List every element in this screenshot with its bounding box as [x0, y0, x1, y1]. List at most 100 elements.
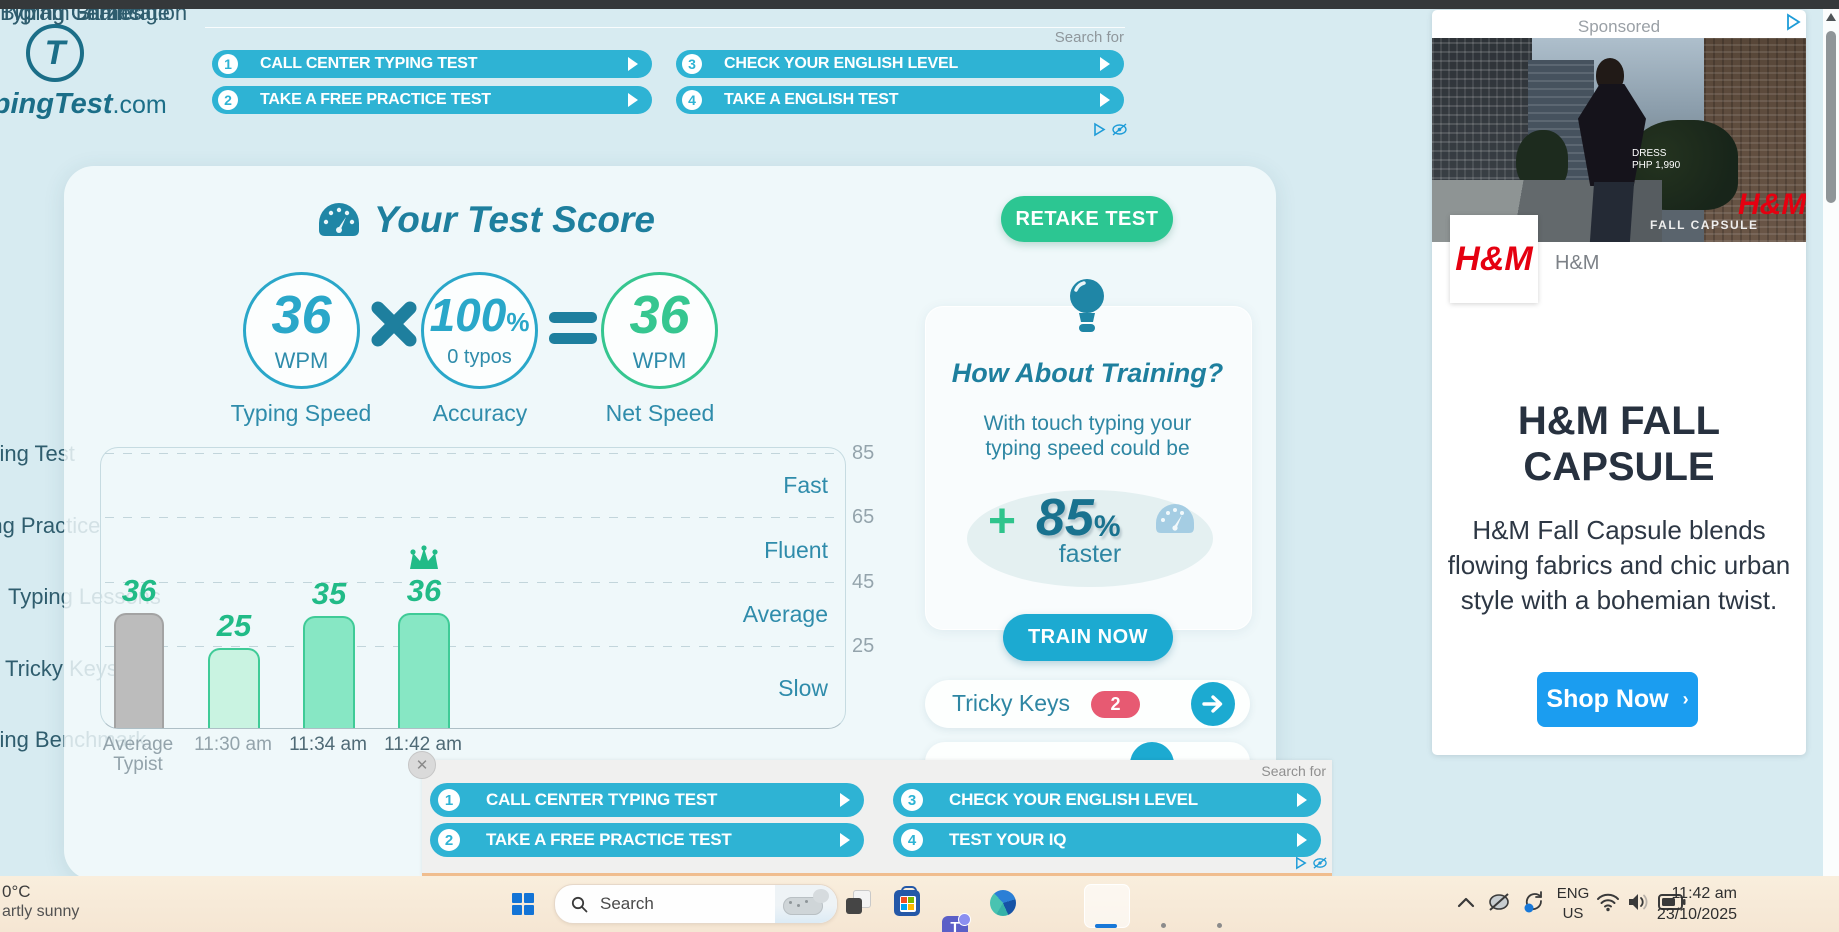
- top-ad-link-3[interactable]: 3 CHECK YOUR ENGLISH LEVEL: [676, 50, 1124, 78]
- scrollbar[interactable]: [1823, 9, 1839, 876]
- arrow-right-icon: [1100, 57, 1110, 71]
- bar: [114, 612, 164, 728]
- clock[interactable]: 11:42 am 23/10/2025: [1637, 884, 1737, 926]
- typing-speed-value: 36: [271, 284, 332, 345]
- bottom-ad-link-1[interactable]: 1 CALL CENTER TYPING TEST: [430, 783, 864, 817]
- ad-number-badge: 3: [682, 54, 702, 74]
- net-speed-unit: WPM: [632, 347, 687, 373]
- ad-body-text: H&M Fall Capsule blends flowing fabrics …: [1447, 515, 1791, 616]
- x-label-11-30: 11:30 am: [194, 734, 272, 755]
- arrow-right-icon: [628, 93, 638, 107]
- top-ad-link-1[interactable]: 1 CALL CENTER TYPING TEST: [212, 50, 652, 78]
- arrow-right-icon: [840, 793, 850, 807]
- bottom-ad-link-3[interactable]: 3 CHECK YOUR ENGLISH LEVEL: [893, 783, 1321, 817]
- screen: T TypingTest.com Typing Test Typing Prac…: [0, 0, 1839, 932]
- ad-number-badge: 2: [438, 829, 460, 851]
- search-highlight-image[interactable]: [775, 885, 837, 923]
- gridline-45: [105, 582, 841, 583]
- close-ad-button[interactable]: ✕: [408, 751, 436, 779]
- x-label-average-typist: Average Typist: [102, 734, 174, 775]
- speedometer-small-icon: [1156, 504, 1194, 533]
- retake-test-button[interactable]: RETAKE TEST: [1001, 196, 1173, 242]
- bottom-ad-link-4[interactable]: 4 TEST YOUR IQ: [893, 823, 1321, 857]
- top-ad-adchoices[interactable]: [1092, 122, 1128, 137]
- arrow-right-icon: [1297, 833, 1307, 847]
- arrow-right-icon: [1202, 695, 1223, 713]
- bottom-ad-adchoices[interactable]: [1294, 856, 1328, 870]
- bar: [398, 612, 450, 728]
- typingtest-logo[interactable]: T: [26, 24, 84, 82]
- microsoft-store-icon[interactable]: [894, 886, 920, 916]
- accuracy-circle: 100 % 0 typos: [421, 272, 538, 389]
- ad-number-badge: 1: [218, 54, 238, 74]
- arrow-right-icon: [1297, 793, 1307, 807]
- page-title: Your Test Score: [374, 199, 656, 240]
- bar-11-30-am: 25: [202, 608, 266, 728]
- band-label-fast: Fast: [783, 472, 828, 498]
- time: 11:42 am: [1671, 885, 1737, 902]
- sync-update-icon[interactable]: [1520, 888, 1548, 916]
- task-view-icon[interactable]: [846, 890, 872, 916]
- bar: [303, 616, 355, 728]
- advertiser-name: H&M: [1555, 252, 1600, 274]
- crown-icon: [410, 545, 438, 569]
- date: 23/10/2025: [1656, 905, 1737, 923]
- wifi-icon[interactable]: [1596, 892, 1620, 912]
- weather-condition[interactable]: artly sunny: [2, 903, 79, 921]
- top-ad-search-for-label: Search for: [1054, 29, 1124, 46]
- bottom-ad-link-2[interactable]: 2 TAKE A FREE PRACTICE TEST: [430, 823, 864, 857]
- hide-ad-eye-icon[interactable]: [1312, 856, 1328, 870]
- typing-speed-circle: 36 WPM: [243, 272, 360, 389]
- chevron-right-icon: ›: [1682, 689, 1689, 709]
- adchoices-icon[interactable]: [1092, 122, 1107, 137]
- accuracy-value: 100: [429, 289, 507, 341]
- scrollbar-thumb[interactable]: [1826, 31, 1836, 203]
- typing-speed-unit: WPM: [274, 347, 329, 373]
- bar-average-typist: 36: [107, 573, 171, 728]
- ad-number-badge: 4: [901, 829, 923, 851]
- search-icon: [571, 896, 588, 912]
- tricky-keys-arrow-button[interactable]: [1191, 682, 1235, 726]
- edge-icon[interactable]: [990, 890, 1016, 916]
- teams-icon[interactable]: T: [942, 913, 971, 932]
- ad-photo[interactable]: DRESS PHP 1,990 FALL CAPSULE H&M: [1432, 38, 1806, 242]
- photo-model-jeans: [1589, 182, 1635, 242]
- adchoices-icon[interactable]: [1294, 856, 1308, 870]
- arrow-right-icon: [1100, 93, 1110, 107]
- adchoices-icon[interactable]: [1784, 13, 1802, 31]
- eye-slash-icon[interactable]: [1486, 890, 1512, 914]
- site-wordmark[interactable]: TypingTest.com: [0, 88, 167, 121]
- equals-icon: [549, 312, 597, 344]
- net-speed-circle: 36 WPM: [601, 272, 718, 389]
- tray-chevron-up-icon[interactable]: [1457, 896, 1475, 908]
- arrow-right-icon: [628, 57, 638, 71]
- boost-percent: 85 %: [1036, 489, 1121, 547]
- y-tick-25: 25: [852, 635, 875, 657]
- train-now-button[interactable]: TRAIN NOW: [1003, 614, 1173, 661]
- ad-number-badge: 4: [682, 90, 702, 110]
- weather-temperature[interactable]: 0°C: [2, 882, 31, 902]
- top-ad-link-2[interactable]: 2 TAKE A FREE PRACTICE TEST: [212, 86, 652, 114]
- plus-icon: +: [988, 495, 1017, 548]
- y-tick-45: 45: [852, 571, 875, 593]
- hm-photo-logo: H&M: [1738, 188, 1806, 221]
- band-label-fluent: Fluent: [764, 537, 828, 563]
- language-switcher[interactable]: ENG US: [1556, 884, 1590, 923]
- active-app-plate: [1084, 884, 1130, 928]
- x-label-11-34: 11:34 am: [289, 734, 367, 755]
- taskbar: 0°C artly sunny Search T ?!: [0, 876, 1839, 932]
- bar-11-42-am: 36: [392, 545, 456, 728]
- top-ad-divider: [205, 27, 1125, 28]
- arrow-right-icon: [840, 833, 850, 847]
- taskbar-search-box[interactable]: Search: [554, 884, 838, 924]
- top-ad-link-4[interactable]: 4 TAKE A ENGLISH TEST: [676, 86, 1124, 114]
- scrollbar-up-arrow-icon[interactable]: [1826, 13, 1836, 21]
- shop-now-button[interactable]: Shop Now ›: [1537, 672, 1698, 727]
- start-button[interactable]: [512, 893, 534, 915]
- hide-ad-eye-icon[interactable]: [1111, 122, 1128, 137]
- ad-number-badge: 3: [901, 789, 923, 811]
- tricky-keys-count-badge: 2: [1091, 691, 1140, 718]
- hm-logo-tile[interactable]: H&M: [1450, 215, 1538, 303]
- typing-speed-label: Typing Speed: [230, 400, 372, 426]
- lightbulb-icon: [1070, 279, 1104, 332]
